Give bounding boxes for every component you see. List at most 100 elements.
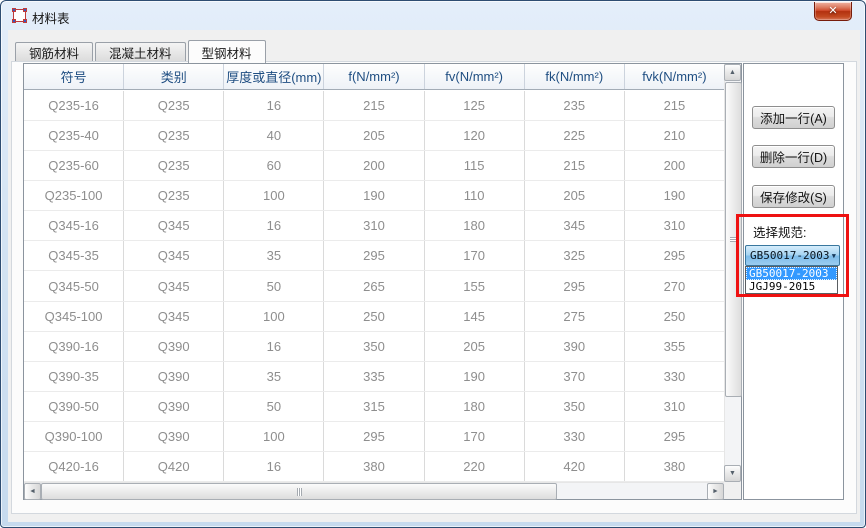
tab-steel-section[interactable]: 型钢材料 xyxy=(188,40,266,63)
table-cell: 295 xyxy=(625,422,724,451)
table-row[interactable]: Q345-50Q34550265155295270 xyxy=(24,271,724,301)
table-cell: 200 xyxy=(324,151,424,180)
table-cell: Q235-60 xyxy=(24,151,124,180)
table-cell: 350 xyxy=(525,392,625,421)
column-header[interactable]: fk(N/mm²) xyxy=(525,64,625,89)
table-cell: 115 xyxy=(425,151,525,180)
table-row[interactable]: Q345-100Q345100250145275250 xyxy=(24,302,724,332)
table-cell: 310 xyxy=(625,392,724,421)
table-row[interactable]: Q390-16Q39016350205390355 xyxy=(24,332,724,362)
table-cell: 330 xyxy=(525,422,625,451)
thumb-grip-icon xyxy=(297,488,302,496)
window-title: 材料表 xyxy=(32,8,70,27)
scroll-right-button[interactable]: ► xyxy=(707,483,724,500)
table-cell: 190 xyxy=(324,181,424,210)
table-row[interactable]: Q390-35Q39035335190370330 xyxy=(24,362,724,392)
scroll-left-button[interactable]: ◄ xyxy=(24,483,41,500)
table-row[interactable]: Q235-60Q23560200115215200 xyxy=(24,151,724,181)
table-cell: 60 xyxy=(224,151,324,180)
spec-option[interactable]: GB50017-2003 xyxy=(746,267,837,280)
table-cell: 215 xyxy=(525,151,625,180)
horizontal-scrollbar[interactable]: ◄ ► xyxy=(24,482,724,499)
table-cell: Q390-16 xyxy=(24,332,124,361)
table-cell: Q235 xyxy=(124,91,224,120)
spec-combobox-value: GB50017-2003 xyxy=(750,249,829,262)
table-cell: 215 xyxy=(324,91,424,120)
table-cell: 110 xyxy=(425,181,525,210)
table-cell: Q235-16 xyxy=(24,91,124,120)
table-cell: 270 xyxy=(625,271,724,300)
table-row[interactable]: Q345-16Q34516310180345310 xyxy=(24,211,724,241)
table-row[interactable]: Q390-50Q39050315180350310 xyxy=(24,392,724,422)
table-row[interactable]: Q235-100Q235100190110205190 xyxy=(24,181,724,211)
table-cell: Q390 xyxy=(124,422,224,451)
table-cell: 295 xyxy=(324,241,424,270)
table-cell: Q345 xyxy=(124,241,224,270)
material-table: 符号类别厚度或直径(mm)f(N/mm²)fv(N/mm²)fk(N/mm²)f… xyxy=(23,63,742,500)
table-cell: Q235 xyxy=(124,121,224,150)
table-cell: 205 xyxy=(324,121,424,150)
table-cell: 345 xyxy=(525,211,625,240)
column-header[interactable]: 符号 xyxy=(24,64,124,89)
table-cell: Q390 xyxy=(124,362,224,391)
table-cell: 16 xyxy=(224,332,324,361)
table-cell: 120 xyxy=(425,121,525,150)
close-button[interactable]: ✕ xyxy=(814,2,852,21)
table-cell: 125 xyxy=(425,91,525,120)
table-cell: 205 xyxy=(425,332,525,361)
column-header[interactable]: f(N/mm²) xyxy=(324,64,424,89)
column-header[interactable]: fvk(N/mm²) xyxy=(625,64,724,89)
spec-combobox[interactable]: GB50017-2003 ▼ xyxy=(745,245,840,266)
save-changes-button[interactable]: 保存修改(S) xyxy=(752,185,835,208)
table-body: Q235-16Q23516215125235215Q235-40Q2354020… xyxy=(24,91,724,482)
vertical-scrollbar[interactable]: ▲ ▼ xyxy=(724,64,741,482)
table-cell: Q345 xyxy=(124,271,224,300)
table-cell: Q345 xyxy=(124,211,224,240)
table-cell: 235 xyxy=(525,91,625,120)
table-row[interactable]: Q235-40Q23540205120225210 xyxy=(24,121,724,151)
scroll-down-button[interactable]: ▼ xyxy=(724,465,741,482)
table-cell: Q345-16 xyxy=(24,211,124,240)
table-cell: 275 xyxy=(525,302,625,331)
column-header[interactable]: 类别 xyxy=(124,64,224,89)
table-cell: 16 xyxy=(224,452,324,481)
table-cell: 420 xyxy=(525,452,625,481)
table-cell: 180 xyxy=(425,211,525,240)
table-cell: Q235 xyxy=(124,151,224,180)
table-row[interactable]: Q345-35Q34535295170325295 xyxy=(24,241,724,271)
add-row-button[interactable]: 添加一行(A) xyxy=(752,106,835,129)
delete-row-button[interactable]: 删除一行(D) xyxy=(752,145,835,168)
scroll-up-button[interactable]: ▲ xyxy=(724,64,741,81)
table-cell: 355 xyxy=(625,332,724,361)
table-cell: 180 xyxy=(425,392,525,421)
table-cell: Q345-35 xyxy=(24,241,124,270)
table-cell: Q345 xyxy=(124,302,224,331)
table-cell: Q390-100 xyxy=(24,422,124,451)
table-cell: Q390-50 xyxy=(24,392,124,421)
table-cell: 50 xyxy=(224,271,324,300)
tab-strip: 钢筋材料混凝土材料型钢材料 xyxy=(15,40,268,63)
table-row[interactable]: Q390-100Q390100295170330295 xyxy=(24,422,724,452)
table-row[interactable]: Q420-16Q42016380220420380 xyxy=(24,452,724,482)
table-cell: Q390 xyxy=(124,332,224,361)
table-cell: 190 xyxy=(625,181,724,210)
table-row[interactable]: Q235-16Q23516215125235215 xyxy=(24,91,724,121)
spec-option[interactable]: JGJ99-2015 xyxy=(746,280,837,293)
table-cell: 16 xyxy=(224,91,324,120)
scroll-up-icon: ▲ xyxy=(729,69,736,76)
table-cell: 390 xyxy=(525,332,625,361)
scroll-left-icon: ◄ xyxy=(29,488,36,495)
column-header[interactable]: fv(N/mm²) xyxy=(425,64,525,89)
tab-concrete[interactable]: 混凝土材料 xyxy=(95,42,186,61)
scrollbar-corner xyxy=(724,482,741,499)
vertical-scrollbar-thumb[interactable] xyxy=(725,82,742,397)
horizontal-scrollbar-thumb[interactable] xyxy=(41,483,557,500)
material-table-window: 材料表 ✕ 钢筋材料混凝土材料型钢材料 符号类别厚度或直径(mm)f(N/mm²… xyxy=(0,0,866,528)
tab-rebar[interactable]: 钢筋材料 xyxy=(15,42,93,61)
table-cell: 265 xyxy=(324,271,424,300)
scroll-down-icon: ▼ xyxy=(729,470,736,477)
table-cell: 35 xyxy=(224,241,324,270)
column-header[interactable]: 厚度或直径(mm) xyxy=(224,64,324,89)
table-cell: 210 xyxy=(625,121,724,150)
table-cell: Q235-40 xyxy=(24,121,124,150)
